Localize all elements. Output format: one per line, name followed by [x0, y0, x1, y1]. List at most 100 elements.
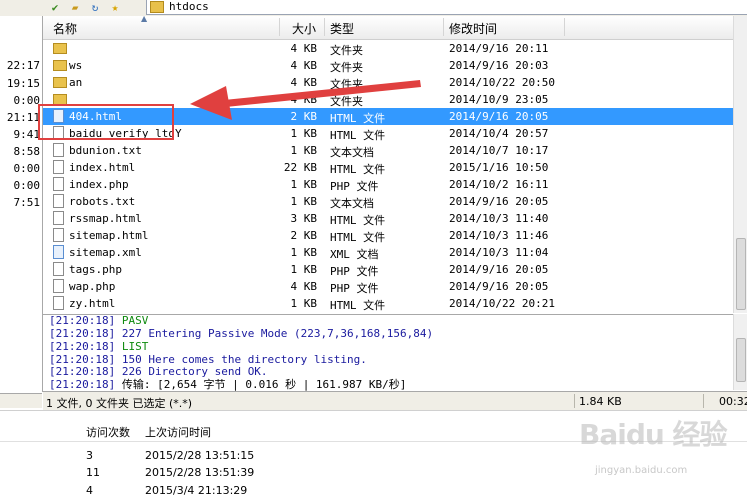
file-row[interactable]: sitemap.html 2 KB HTML 文件 2014/10/3 11:46 — [43, 227, 733, 244]
log-line: [21:20:18] 227 Entering Passive Mode (22… — [49, 327, 434, 340]
file-row[interactable]: index.php 1 KB PHP 文件 2014/10/2 16:11 — [43, 176, 733, 193]
file-size: 22 KB — [283, 161, 317, 174]
local-time: 19:15 — [6, 77, 40, 90]
file-modified: 2014/10/22 20:50 — [449, 76, 555, 89]
file-type: HTML 文件 — [330, 231, 386, 244]
watermark-logo: Baidu 经验 — [579, 418, 728, 451]
column-divider[interactable] — [324, 18, 325, 36]
file-name: bdunion.txt — [69, 144, 142, 157]
log-line: [21:20:18] LIST — [49, 340, 149, 353]
local-time: 22:17 — [6, 59, 40, 72]
column-modified-header[interactable]: 修改时间 — [449, 20, 497, 37]
file-size: 1 KB — [290, 144, 318, 157]
file-icon — [53, 160, 64, 174]
file-name: robots.txt — [69, 195, 136, 208]
file-modified: 2014/10/3 11:40 — [449, 212, 549, 225]
folder-open-icon[interactable]: ▰ — [68, 2, 82, 14]
scrollbar-thumb[interactable] — [736, 238, 746, 310]
local-status-bar — [0, 393, 42, 408]
file-name: index.html — [69, 161, 136, 174]
file-row[interactable]: 4 KB 文件夹 2014/9/16 20:11 — [43, 40, 733, 57]
file-type: PHP 文件 — [330, 265, 379, 278]
folder-icon — [53, 77, 67, 88]
file-row[interactable]: robots.txt 1 KB 文本文档 2014/9/16 20:05 — [43, 193, 733, 210]
folder-icon — [150, 1, 164, 13]
file-type: PHP 文件 — [330, 282, 379, 295]
file-size: 1 KB — [290, 178, 318, 191]
local-time: 21:11 — [6, 111, 40, 124]
watermark: Baidu 经验 jingyan.baidu.com — [575, 405, 743, 489]
file-row[interactable]: zy.html 1 KB HTML 文件 2014/10/22 20:21 — [43, 295, 733, 312]
file-size: 1 KB — [290, 263, 318, 276]
file-icon — [53, 211, 64, 225]
local-time: 0:00 — [13, 94, 41, 107]
file-row[interactable]: tags.php 1 KB PHP 文件 2014/9/16 20:05 — [43, 261, 733, 278]
last-visit-cell: 2015/2/28 13:51:15 — [145, 449, 255, 462]
scrollbar-thumb[interactable] — [736, 338, 746, 382]
log-line: [21:20:18] 传输: [2,654 字节 | 0.016 秒 | 161… — [49, 378, 407, 391]
file-size: 4 KB — [290, 280, 318, 293]
file-icon — [53, 194, 64, 208]
file-modified: 2014/10/2 16:11 — [449, 178, 549, 191]
column-divider[interactable] — [564, 18, 565, 36]
address-bar[interactable]: htdocs — [146, 0, 747, 15]
visits-header: 访问次数 — [86, 426, 130, 439]
last-visit-cell: 2015/2/28 13:51:39 — [145, 466, 255, 479]
file-type: HTML 文件 — [330, 129, 386, 142]
file-type: 文本文档 — [330, 146, 374, 159]
file-type: 文件夹 — [330, 78, 363, 91]
file-modified: 2014/9/16 20:03 — [449, 59, 549, 72]
file-size: 4 KB — [290, 76, 318, 89]
file-modified: 2014/9/16 20:05 — [449, 263, 549, 276]
star-icon[interactable]: ★ — [108, 2, 122, 14]
file-size: 2 KB — [290, 229, 318, 242]
local-time: 9:41 — [13, 128, 41, 141]
log-scrollbar[interactable] — [733, 314, 747, 390]
local-file-panel[interactable]: 22:17 19:15 0:00 21:11 9:41 8:58 0:00 0:… — [0, 16, 43, 392]
file-size: 3 KB — [290, 212, 318, 225]
column-name-header[interactable]: 名称 — [53, 20, 77, 37]
file-name: index.php — [69, 178, 129, 191]
folder-icon — [53, 60, 67, 71]
last-visit-header: 上次访问时间 — [145, 426, 211, 439]
file-name: ws — [69, 59, 83, 72]
list-scrollbar[interactable] — [733, 16, 747, 313]
local-time: 8:58 — [13, 145, 41, 158]
remote-file-list[interactable]: ▲ 名称 大小 类型 修改时间 4 KB 文件夹 2014/9/16 20:11 ws… — [43, 16, 733, 313]
refresh-icon[interactable]: ↻ — [88, 2, 102, 14]
file-size: 1 KB — [290, 127, 318, 140]
column-divider[interactable] — [443, 18, 444, 36]
file-type: XML 文档 — [330, 248, 379, 261]
file-name: an — [69, 76, 83, 89]
file-row[interactable]: an 4 KB 文件夹 2014/10/22 20:50 — [43, 74, 733, 91]
file-size: 4 KB — [290, 42, 318, 55]
file-row[interactable]: rssmap.html 3 KB HTML 文件 2014/10/3 11:40 — [43, 210, 733, 227]
file-row[interactable]: bdunion.txt 1 KB 文本文档 2014/10/7 10:17 — [43, 142, 733, 159]
file-icon — [53, 296, 64, 310]
file-name: tags.php — [69, 263, 122, 276]
file-name: zy.html — [69, 297, 116, 310]
file-row[interactable]: wap.php 4 KB PHP 文件 2014/9/16 20:05 — [43, 278, 733, 295]
file-size: 4 KB — [290, 93, 318, 106]
file-modified: 2014/9/16 20:05 — [449, 280, 549, 293]
file-type: 文件夹 — [330, 95, 363, 108]
file-modified: 2014/9/16 20:05 — [449, 195, 549, 208]
file-row[interactable]: sitemap.xml 1 KB XML 文档 2014/10/3 11:04 — [43, 244, 733, 261]
column-divider[interactable] — [279, 18, 280, 36]
file-modified: 2014/9/16 20:05 — [449, 110, 549, 123]
file-icon — [53, 143, 64, 157]
file-size: 2 KB — [290, 110, 318, 123]
file-modified: 2015/1/16 10:50 — [449, 161, 549, 174]
log-panel[interactable]: [21:20:18] PASV [21:20:18] 227 Entering … — [43, 314, 733, 391]
file-size: 4 KB — [290, 59, 318, 72]
file-size: 1 KB — [290, 195, 318, 208]
column-type-header[interactable]: 类型 — [330, 20, 354, 37]
address-path: htdocs — [169, 0, 209, 13]
list-header: ▲ 名称 大小 类型 修改时间 — [43, 16, 733, 40]
watermark-url: jingyan.baidu.com — [595, 465, 688, 476]
file-row[interactable]: index.html 22 KB HTML 文件 2015/1/16 10:50 — [43, 159, 733, 176]
file-icon — [53, 228, 64, 242]
file-row[interactable]: ws 4 KB 文件夹 2014/9/16 20:03 — [43, 57, 733, 74]
check-icon[interactable]: ✔ — [48, 2, 62, 14]
column-size-header[interactable]: 大小 — [292, 20, 316, 37]
